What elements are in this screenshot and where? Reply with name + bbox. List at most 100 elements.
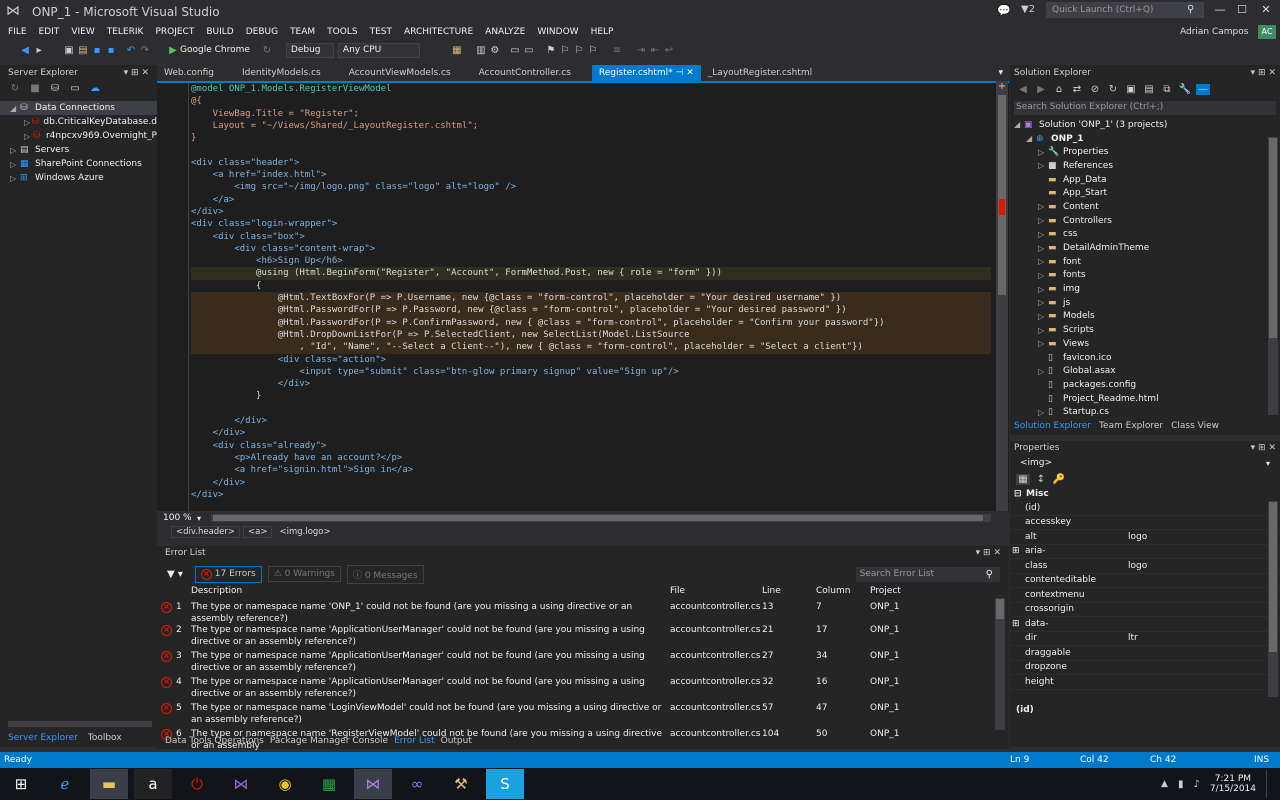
- panel-controls-icon[interactable]: ▾ ⊞ ✕: [124, 68, 149, 78]
- skype-icon[interactable]: S: [486, 769, 524, 799]
- comment-icon[interactable]: ▭: [508, 45, 522, 56]
- solution-tree-item[interactable]: ▷ ▯ Startup.cs: [1010, 405, 1280, 419]
- file-explorer-icon[interactable]: ▬: [90, 769, 128, 799]
- code-line[interactable]: <div class="already">: [191, 440, 991, 452]
- expand-arrow-icon[interactable]: ◢: [10, 104, 20, 113]
- tree-item-db-overnight[interactable]: ▷ ⛁ r4npcxv969.Overnight_P: [0, 129, 157, 143]
- properties-icon[interactable]: ⚙: [488, 45, 502, 56]
- tray-expand-icon[interactable]: ▲: [1161, 779, 1168, 789]
- code-line[interactable]: </div>: [191, 427, 991, 439]
- expand-arrow-icon[interactable]: ▷: [1038, 202, 1048, 211]
- property-row[interactable]: dropzone: [1010, 661, 1280, 675]
- excel-icon[interactable]: ▦: [310, 769, 348, 799]
- solution-tree-item[interactable]: ▷ ▬ js: [1010, 296, 1280, 310]
- solution-tree-item[interactable]: ▷ ▬ Views: [1010, 337, 1280, 351]
- user-name[interactable]: Adrian Campos: [1180, 27, 1248, 37]
- col-column[interactable]: Column: [816, 586, 870, 598]
- save-icon[interactable]: ▪: [90, 45, 104, 56]
- messages-filter-button[interactable]: ⓘ 0 Messages: [346, 564, 424, 584]
- collapse-arrow-icon[interactable]: ▷: [10, 160, 20, 169]
- minimize-button[interactable]: —: [1212, 3, 1228, 16]
- editor-vertical-scrollbar[interactable]: +: [996, 81, 1008, 511]
- solution-search-input[interactable]: Search Solution Explorer (Ctrl+;): [1014, 101, 1276, 115]
- expand-arrow-icon[interactable]: ▷: [1038, 216, 1048, 225]
- bookmark-next-icon[interactable]: ⚐: [572, 45, 586, 56]
- menu-window[interactable]: WINDOW: [531, 27, 584, 37]
- property-row[interactable]: contenteditable: [1010, 574, 1280, 588]
- solution-tree-item[interactable]: ▷ ▬ Controllers: [1010, 214, 1280, 228]
- show-desktop-button[interactable]: [1266, 770, 1270, 798]
- expand-arrow-icon[interactable]: ▷: [1038, 271, 1048, 280]
- solution-tree-item[interactable]: ▷ ■ References: [1010, 159, 1280, 173]
- property-row[interactable]: height: [1010, 675, 1280, 690]
- code-line[interactable]: @Html.DropDownListFor(P => P.SelectedCli…: [191, 328, 991, 342]
- feedback-flag-icon[interactable]: ▼2: [1021, 4, 1035, 15]
- menu-build[interactable]: BUILD: [200, 27, 239, 37]
- menu-project[interactable]: PROJECT: [149, 27, 200, 37]
- tab-error-list[interactable]: Error List: [394, 736, 435, 746]
- scroll-thumb[interactable]: [996, 599, 1004, 619]
- scroll-thumb[interactable]: [1269, 502, 1277, 652]
- panel-controls-icon[interactable]: ▾ ⊞ ✕: [1251, 68, 1276, 78]
- tab-output[interactable]: Output: [441, 736, 472, 746]
- collapse-arrow-icon[interactable]: ▷: [24, 132, 33, 141]
- property-row[interactable]: accesskey: [1010, 516, 1280, 530]
- solution-tree-item[interactable]: ◢ ▣ Solution 'ONP_1' (3 projects): [1010, 118, 1280, 132]
- code-line[interactable]: @model ONP_1.Models.RegisterViewModel: [191, 83, 991, 95]
- code-line[interactable]: </div>: [191, 477, 991, 489]
- tab-package-manager-console[interactable]: Package Manager Console: [270, 736, 388, 746]
- expand-arrow-icon[interactable]: ◢: [1014, 120, 1024, 129]
- categorized-icon[interactable]: ▦: [1016, 473, 1030, 485]
- pending-changes-icon[interactable]: ⊘: [1088, 84, 1102, 95]
- browser-selector[interactable]: Google Chrome: [180, 45, 250, 55]
- property-value[interactable]: logo: [1128, 561, 1250, 571]
- expand-arrow-icon[interactable]: ▷: [1038, 230, 1048, 239]
- code-line[interactable]: @Html.TextBoxFor(P => P.Username, new {@…: [191, 292, 991, 305]
- table-row[interactable]: × 2 The type or namespace name 'Applicatio…: [157, 625, 997, 651]
- code-line[interactable]: <h6>Sign Up</h6>: [191, 255, 991, 267]
- solution-tree-item[interactable]: ▬ App_Start: [1010, 186, 1280, 200]
- events-icon[interactable]: 🔑: [1052, 474, 1066, 485]
- search-error-list-input[interactable]: Search Error List: [855, 566, 1000, 582]
- chevron-down-icon[interactable]: ▾: [1266, 459, 1270, 468]
- menu-telerik[interactable]: TELERIK: [101, 27, 150, 37]
- panel-controls-icon[interactable]: ▾ ⊞ ✕: [1251, 443, 1276, 453]
- solution-tree-item[interactable]: ▷ 🔧 Properties: [1010, 145, 1280, 159]
- pin-icon[interactable]: ⊣: [676, 68, 684, 78]
- tree-item-db-critical[interactable]: ▷ ⛁ db.CriticalKeyDatabase.d: [0, 115, 157, 129]
- expand-arrow-icon[interactable]: ▷: [1038, 367, 1048, 376]
- refresh-icon[interactable]: ↻: [8, 83, 22, 94]
- expand-arrow-icon[interactable]: ▷: [1038, 161, 1048, 170]
- new-project-icon[interactable]: ▣: [62, 45, 76, 56]
- table-row[interactable]: × 3 The type or namespace name 'Applicatio…: [157, 651, 997, 677]
- close-tab-icon[interactable]: ✕: [686, 68, 694, 78]
- error-list-scrollbar[interactable]: [995, 598, 1005, 730]
- alphabetical-icon[interactable]: ↕: [1034, 474, 1048, 485]
- scroll-add-icon[interactable]: +: [996, 81, 1008, 92]
- show-all-files-icon[interactable]: ▤: [1142, 84, 1156, 95]
- bookmark-prev-icon[interactable]: ⚐: [558, 45, 572, 56]
- quick-launch-input[interactable]: Quick Launch (Ctrl+Q): [1046, 2, 1204, 18]
- code-line[interactable]: <div class="header">: [191, 157, 991, 169]
- sync-icon[interactable]: ⇄: [1070, 84, 1084, 95]
- tab-account-controller[interactable]: AccountController.cs: [472, 65, 578, 81]
- collapse-all-icon[interactable]: ▣: [1124, 84, 1138, 95]
- bookmark-icon[interactable]: ⚑: [544, 45, 558, 56]
- scroll-thumb[interactable]: [213, 515, 984, 521]
- open-file-icon[interactable]: ▤: [76, 45, 90, 56]
- code-line[interactable]: <div class="action">: [191, 354, 991, 366]
- col-line[interactable]: Line: [762, 586, 816, 598]
- menu-debug[interactable]: DEBUG: [240, 27, 284, 37]
- code-line[interactable]: {: [191, 280, 991, 292]
- configuration-dropdown[interactable]: Debug: [285, 42, 334, 58]
- editor-horizontal-scrollbar[interactable]: [211, 514, 992, 522]
- outdent-icon[interactable]: ⇤: [648, 45, 662, 56]
- property-value[interactable]: logo: [1128, 532, 1250, 542]
- menu-file[interactable]: FILE: [0, 27, 33, 37]
- indent-icon[interactable]: ⇥: [634, 45, 648, 56]
- code-line[interactable]: @using (Html.BeginForm("Register", "Acco…: [191, 267, 991, 280]
- start-debug-icon[interactable]: ▶: [166, 45, 180, 56]
- solution-tree-item[interactable]: ▷ ▬ font: [1010, 255, 1280, 269]
- chrome-icon[interactable]: ◉: [266, 769, 304, 799]
- wrap-icon[interactable]: ↩: [662, 45, 676, 56]
